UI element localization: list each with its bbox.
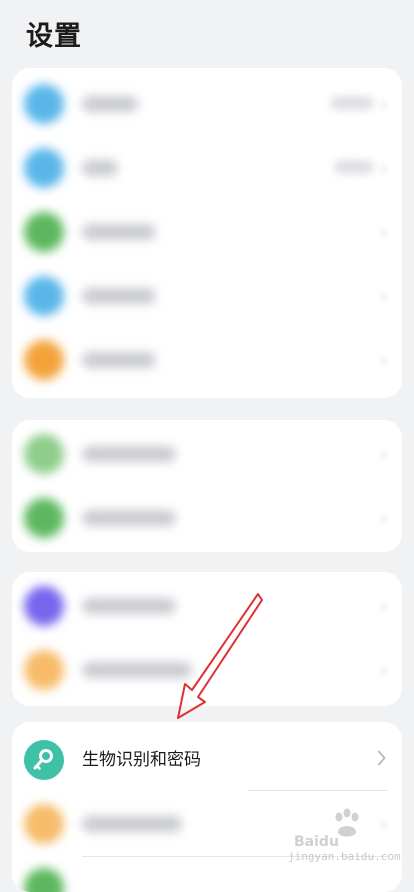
watermark-brand: Baidu: [294, 834, 339, 850]
watermark: Baidu jingyan.baidu.com: [288, 806, 408, 870]
watermark-text: jingyan.baidu.com: [288, 850, 401, 863]
annotation-arrow: [177, 593, 263, 719]
